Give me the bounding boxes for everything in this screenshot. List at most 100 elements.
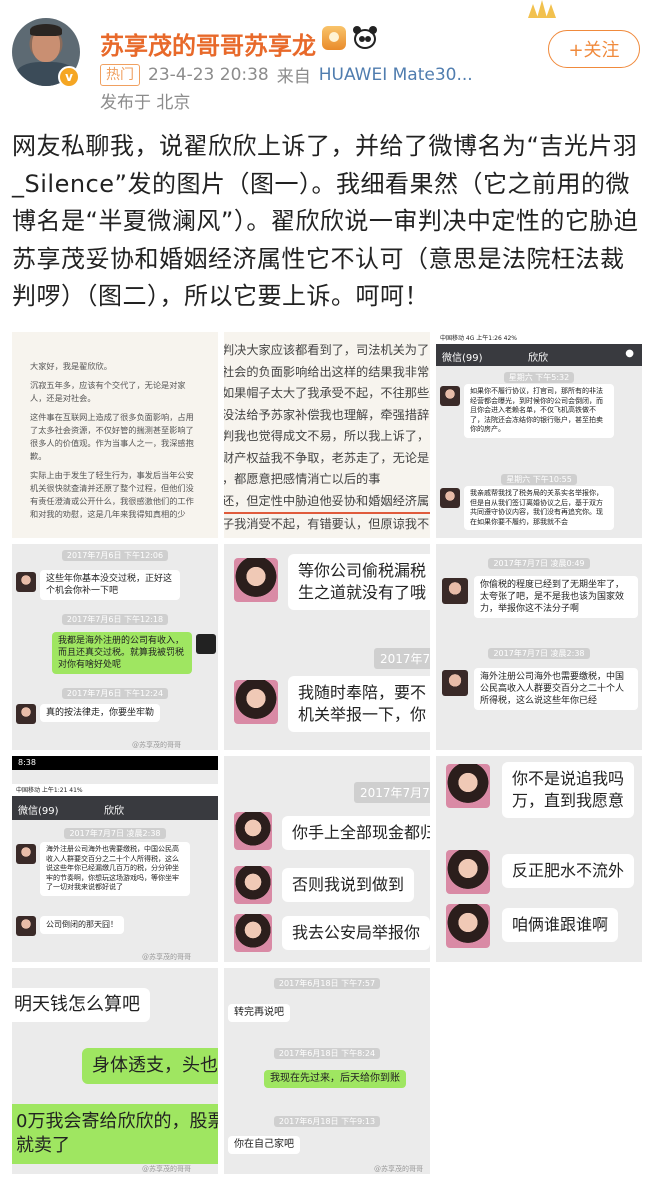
img3-ts2: 星期六 下午10:55 (501, 474, 577, 485)
img3-title: 欣欣 (528, 353, 548, 364)
post-location: 发布于 北京 (100, 93, 191, 113)
img8-msg2: 否则我说到做到 (282, 868, 415, 902)
img8-msg3: 我去公安局举报你 (282, 916, 430, 950)
img6-msg2: 海外注册公司海外也需要缴税，中国公民高收入人群要交百分之二十个人所得税，这么说这… (474, 668, 638, 710)
img5-ts: 2017年7月 (374, 648, 430, 669)
img1-line-5: 很多人的价值观。作为当事人之一，我深感抱 (30, 438, 194, 448)
img2-line-5: 财产权益我不争取，老苏走了，无论是 (224, 450, 430, 465)
img8-msg1: 你手上全部现金都归 (282, 816, 430, 850)
img10-msg3b: 就卖了 (16, 1135, 70, 1156)
img11-watermark: @苏享茂的哥哥 (374, 1165, 423, 1173)
img9-msg1: 你不是说追我吗 (512, 769, 625, 788)
image-3-chat[interactable]: 中国移动 4G 上午1:26 42% 微信(99) 欣欣 ● 星期六 下午5:3… (436, 332, 642, 538)
img5-msg2b: 机关举报一下，你 (298, 705, 427, 724)
img9-msg1b: 万，直到我愿意 (512, 791, 625, 810)
img1-line-3: 这件事在互联网上造成了很多负面影响，占用 (30, 412, 194, 422)
img1-line-2: 人，还是对社会。 (30, 393, 96, 403)
img1-line-6: 歉。 (30, 451, 47, 461)
img4-ts2: 2017年7月6日 下午12:18 (61, 614, 169, 625)
img5-msg1: 等你公司偷税漏税 (298, 561, 427, 580)
img1-line-7: 实际上由于发生了轻生行为，事发后当年公安 (30, 470, 194, 480)
img4-msg2: 我都是海外注册的公司有收入，而且还真交过税。就算我被罚税对你有啥好处呢 (52, 632, 192, 674)
img2-line-8: 子我消受不起，有错要认，但原谅我不 (224, 517, 430, 531)
img9-msg2: 反正肥水不流外 (502, 854, 635, 888)
follow-button[interactable]: +关注 (548, 30, 640, 68)
img11-msg2: 我现在先过来，后天给你到账 (264, 1070, 406, 1088)
post-datetime: 23-4-23 20:38 (148, 64, 269, 85)
img3-avatar (440, 386, 460, 406)
img7-msg2: 公司倒闭的那天囧！ (40, 916, 124, 934)
img1-line-8: 机关很快就查清并还原了整个过程，但他们没 (30, 483, 194, 493)
image-5-chat[interactable]: 等你公司偷税漏税 生之道就没有了哦 2017年7月 我随时奉陪，要不 机关举报一… (224, 544, 430, 750)
image-8-chat[interactable]: 2017年7月7日 你手上全部现金都归 否则我说到做到 我去公安局举报你 (224, 756, 430, 962)
image-6-chat[interactable]: 2017年7月7日 凌晨0:49 你偷税的程度已经到了无期坐牢了，太夸张了吧，是… (436, 544, 642, 750)
img4-msg1: 这些年你基本没交过税，正好这个机会你补一下吧 (40, 570, 180, 600)
username[interactable]: 苏享茂的哥哥苏享龙 (100, 26, 316, 61)
image-2-appeal[interactable]: 判决大家应该都看到了，司法机关为了 社会的负面影响给出这样的结果我非常 如果帽子… (224, 332, 430, 538)
img4-msg3: 真的按法律走，你要坐牢勒 (40, 704, 161, 722)
img8-ts: 2017年7月7日 (354, 782, 430, 803)
img7-watermark: @苏享茂的哥哥 (142, 953, 191, 961)
img5-msg2: 我随时奉陪，要不 (298, 683, 427, 702)
img1-line-0: 大家好，我是翟欣欣。 (30, 361, 112, 371)
img10-watermark: @苏享茂的哥哥 (142, 1165, 191, 1173)
img11-ts2: 2017年6月18日 下午8:24 (273, 1048, 381, 1059)
img7-time: 8:38 (12, 756, 218, 770)
img4-ts1: 2017年7月6日 下午12:06 (61, 550, 169, 561)
img2-line-0: 判决大家应该都看到了，司法机关为了 (224, 343, 430, 357)
img3-profile-icon: ● (625, 348, 634, 359)
img10-msg2: 身体透支，头也好 (82, 1048, 218, 1084)
img1-line-10: 和对我的劝慰，这是几年来我得知真相的少 (30, 509, 186, 519)
img2-line-3: 没法给予苏家补偿我也理解，牵强措辞 (224, 407, 430, 422)
img1-line-1: 沉寂五年多，应该有个交代了，无论是对家 (30, 380, 186, 390)
crown-decoration-icon (528, 0, 556, 18)
img7-back: 微信(99) (18, 806, 59, 817)
img10-msg3: 0万我会寄给欣欣的，股票今 (16, 1111, 218, 1132)
img6-ts2: 2017年7月7日 凌晨2:38 (488, 648, 590, 659)
img3-msg2: 我亲戚帮我找了税务局的关系实名举报你，但是自从我们签订离婚协议之后，基于双方共同… (464, 486, 614, 531)
img6-msg1: 你偷税的程度已经到了无期坐牢了，太夸张了吧，是不是我也该为国家效力，举报你这不法… (474, 576, 638, 618)
img3-wechat-header: 微信(99) 欣欣 ● (436, 344, 642, 366)
img3-msg1: 如果你不履行协议，打官司，那所有的非法经营都会曝光，到时候你的公司会倒闭，而且你… (464, 384, 614, 438)
img2-line-2: 如果帽子太大了我承受不起，不往那些莫须 (224, 386, 430, 400)
hot-tag: 热门 (100, 63, 140, 86)
img11-ts1: 2017年6月18日 下午7:57 (273, 978, 381, 989)
image-7-chat[interactable]: 8:38 中国移动 上午1:21 41% 微信(99) 欣欣 2017年7月7日… (12, 756, 218, 962)
img6-ts1: 2017年7月7日 凌晨0:49 (488, 558, 590, 569)
medal-icon (322, 26, 346, 50)
img3-statusbar: 中国移动 4G 上午1:26 42% (436, 332, 642, 344)
verified-badge-icon: v (58, 66, 80, 88)
image-9-chat[interactable]: 你不是说追我吗 万，直到我愿意 反正肥水不流外 咱俩谁跟谁啊 (436, 756, 642, 962)
img3-back: 微信(99) (442, 353, 483, 364)
image-4-chat[interactable]: 2017年7月6日 下午12:06 这些年你基本没交过税，正好这个机会你补一下吧… (12, 544, 218, 750)
img7-ts: 2017年7月7日 凌晨2:38 (64, 828, 166, 839)
post-meta: 热门 23-4-23 20:38 来自 HUAWEI Mate30... (100, 62, 473, 87)
img1-line-9: 有责任澄清或公开什么，我很感激他们的工作 (30, 496, 194, 506)
img2-line-1: 社会的负面影响给出这样的结果我非常 (224, 364, 430, 379)
img1-line-4: 了太多社会资源，不仅好管的揣测甚至影响了 (30, 425, 194, 435)
img9-msg3: 咱俩谁跟谁啊 (502, 908, 619, 942)
panda-icon (352, 26, 378, 50)
img11-msg3: 你在自己家吧 (228, 1136, 300, 1154)
post-text: 网友私聊我，说翟欣欣上诉了，并给了微博名为“吉光片羽_Silence”发的图片（… (12, 132, 639, 310)
img4-ts3: 2017年7月6日 下午12:24 (61, 688, 169, 699)
image-10-chat[interactable]: 明天钱怎么算吧 身体透支，头也好 0万我会寄给欣欣的，股票今 就卖了 @苏享茂的… (12, 968, 218, 1174)
image-11-chat[interactable]: 2017年6月18日 下午7:57 转完再说吧 2017年6月18日 下午8:2… (224, 968, 430, 1174)
img4-watermark: @苏享茂的哥哥 (132, 741, 181, 749)
source-prefix: 来自 (276, 67, 311, 87)
img5-msg1b: 生之道就没有了哦 (298, 583, 427, 602)
image-1-statement[interactable]: 大家好，我是翟欣欣。 沉寂五年多，应该有个交代了，无论是对家 人，还是对社会。 … (12, 332, 218, 538)
img11-msg1: 转完再说吧 (228, 1004, 290, 1022)
img7-statusbar: 中国移动 上午1:21 41% (12, 784, 218, 796)
img2-line-6: ，都愿意把感情消亡以后的事 (224, 472, 381, 486)
img7-title: 欣欣 (104, 806, 124, 817)
img10-msg1: 明天钱怎么算吧 (12, 988, 150, 1022)
img7-msg1: 海外注册公司海外也需要缴税，中国公民高收入人群要交百分之二十个人所得税，这么说这… (40, 842, 190, 896)
img11-ts3: 2017年6月18日 下午9:13 (273, 1116, 381, 1127)
post-header: v 苏享茂的哥哥苏享龙 +关注 热门 23-4-23 20:38 来自 HUAW… (0, 0, 656, 120)
source-device-link[interactable]: HUAWEI Mate30... (319, 65, 473, 85)
img2-line-7: 还，但定性中胁迫他妥协和婚姻经济属 (224, 491, 430, 514)
user-badges (322, 26, 378, 50)
img2-line-4: 判我也觉得成文不易，所以我上诉了， (224, 429, 430, 443)
img3-ts1: 星期六 下午5:32 (503, 372, 575, 383)
